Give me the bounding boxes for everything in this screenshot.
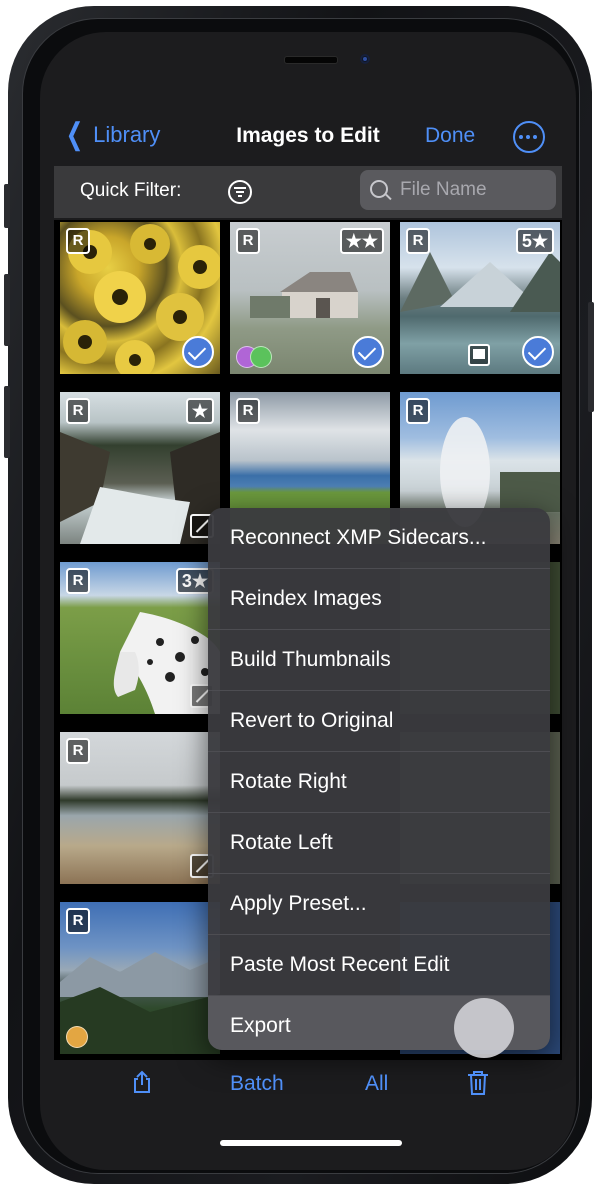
image-tile[interactable]: R ★ bbox=[60, 392, 220, 544]
menu-item-apply-preset[interactable]: Apply Preset... bbox=[208, 874, 550, 935]
raw-badge: R bbox=[406, 228, 430, 254]
raw-badge: R bbox=[66, 738, 90, 764]
raw-badge: R bbox=[66, 228, 90, 254]
side-button-mute bbox=[4, 184, 10, 228]
raw-badge: R bbox=[66, 398, 90, 424]
page-title: Images to Edit bbox=[236, 124, 380, 147]
screen: ❮ Library Images to Edit Done Quick Filt… bbox=[40, 32, 576, 1170]
menu-item-reconnect-xmp[interactable]: Reconnect XMP Sidecars... bbox=[208, 508, 550, 569]
quick-filter-bar: Quick Filter: File Name bbox=[54, 166, 562, 218]
touch-indicator bbox=[454, 998, 514, 1058]
image-tile[interactable]: R bbox=[60, 222, 220, 374]
filter-icon[interactable] bbox=[228, 180, 252, 204]
more-dot bbox=[533, 135, 537, 139]
navigation-bar: ❮ Library Images to Edit Done bbox=[40, 112, 576, 162]
search-icon bbox=[370, 180, 388, 198]
select-all-button[interactable]: All bbox=[365, 1072, 388, 1096]
bottom-toolbar: Batch All bbox=[40, 1060, 576, 1110]
raw-badge: R bbox=[236, 398, 260, 424]
side-button-volume-up bbox=[4, 274, 10, 346]
more-dot bbox=[526, 135, 530, 139]
home-indicator[interactable] bbox=[220, 1140, 402, 1146]
image-tile[interactable]: R 3★ bbox=[60, 562, 220, 714]
menu-item-rotate-left[interactable]: Rotate Left bbox=[208, 813, 550, 874]
image-tile[interactable]: R bbox=[60, 732, 220, 884]
checkmark-icon bbox=[522, 336, 554, 368]
star-rating: ★ bbox=[185, 398, 214, 424]
filter-line bbox=[234, 187, 246, 189]
raw-badge: R bbox=[66, 568, 90, 594]
menu-item-rotate-right[interactable]: Rotate Right bbox=[208, 752, 550, 813]
more-icon[interactable] bbox=[513, 121, 545, 153]
search-placeholder: File Name bbox=[400, 179, 487, 200]
side-button-volume-down bbox=[4, 386, 10, 458]
image-tile[interactable]: R 5★ bbox=[400, 222, 560, 374]
quick-filter-label: Quick Filter: bbox=[80, 180, 182, 201]
earpiece-speaker bbox=[284, 56, 338, 64]
done-button[interactable]: Done bbox=[425, 124, 475, 148]
image-tile[interactable]: R bbox=[60, 902, 220, 1054]
front-camera bbox=[360, 54, 370, 64]
image-tile[interactable]: R ★★ bbox=[230, 222, 390, 374]
raw-badge: R bbox=[66, 908, 90, 934]
menu-item-build-thumbnails[interactable]: Build Thumbnails bbox=[208, 630, 550, 691]
raw-badge: R bbox=[406, 398, 430, 424]
search-field[interactable]: File Name bbox=[360, 170, 556, 210]
menu-item-revert-to-original[interactable]: Revert to Original bbox=[208, 691, 550, 752]
checkmark-icon bbox=[182, 336, 214, 368]
raw-badge: R bbox=[236, 228, 260, 254]
flag-icon bbox=[468, 344, 490, 366]
checkmark-icon bbox=[352, 336, 384, 368]
menu-item-paste-recent-edit[interactable]: Paste Most Recent Edit bbox=[208, 935, 550, 996]
filter-line bbox=[238, 195, 242, 197]
star-rating: ★★ bbox=[339, 228, 384, 254]
more-dot bbox=[519, 135, 523, 139]
trash-icon[interactable] bbox=[467, 1070, 489, 1096]
share-icon[interactable] bbox=[132, 1070, 152, 1094]
color-label-green bbox=[250, 346, 272, 368]
menu-item-reindex-images[interactable]: Reindex Images bbox=[208, 569, 550, 630]
phone-frame: ❮ Library Images to Edit Done Quick Filt… bbox=[4, 6, 594, 1184]
batch-button[interactable]: Batch bbox=[230, 1072, 284, 1096]
side-button-power bbox=[588, 302, 594, 412]
star-rating: 5★ bbox=[515, 228, 554, 254]
color-label-orange bbox=[66, 1026, 88, 1048]
context-menu: Reconnect XMP Sidecars... Reindex Images… bbox=[208, 508, 550, 1050]
filter-line bbox=[236, 191, 244, 193]
